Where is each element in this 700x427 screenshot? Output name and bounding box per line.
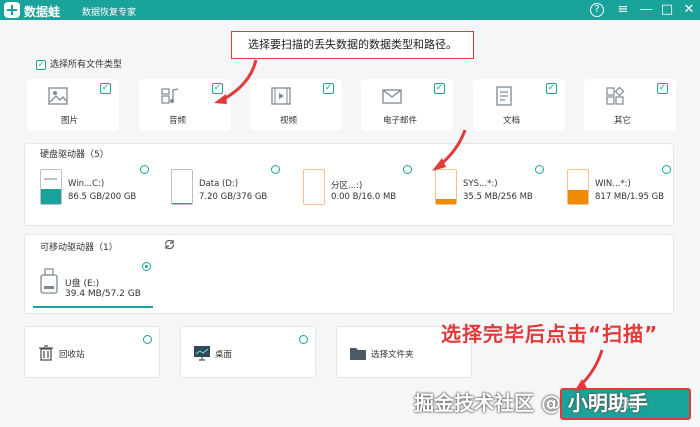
drive-size: 39.4 MB/57.2 GB xyxy=(65,289,141,299)
desktop-icon xyxy=(194,346,210,361)
drive-size: 7.20 GB/376 GB xyxy=(199,192,268,202)
type-checkbox[interactable]: ✓ xyxy=(657,83,668,94)
hard-drive-title: 硬盘驱动器（5） xyxy=(40,150,109,160)
trash-icon xyxy=(39,345,53,361)
location-label: 选择文件夹 xyxy=(371,350,414,360)
drive-icon xyxy=(171,169,193,205)
drive-radio[interactable] xyxy=(403,165,412,174)
type-card-email[interactable]: 电子邮件 ✓ xyxy=(361,79,453,131)
drive-name: Win...C:) xyxy=(68,179,105,189)
checkbox-checked-icon: ✓ xyxy=(36,59,46,70)
other-icon xyxy=(606,86,625,105)
type-checkbox[interactable]: ✓ xyxy=(434,83,445,94)
video-icon xyxy=(271,87,291,105)
drive-radio[interactable] xyxy=(662,165,671,174)
location-radio[interactable] xyxy=(299,335,308,344)
type-card-document[interactable]: 文档 ✓ xyxy=(473,79,565,131)
app-name: 数据蛙 xyxy=(24,5,61,19)
removable-title: 可移动驱动器（1） xyxy=(40,243,118,253)
type-card-video[interactable]: 视频 ✓ xyxy=(250,79,342,131)
drive-name: Data (D:) xyxy=(199,179,239,189)
drive-item[interactable]: SYS...*:) 35.5 MB/256 MB xyxy=(435,165,575,211)
drive-size: 0.00 B/16.0 MB xyxy=(331,192,397,202)
drive-radio-selected[interactable] xyxy=(142,262,151,271)
menu-icon[interactable]: ≡ xyxy=(614,1,632,19)
usb-drive-icon xyxy=(40,268,58,294)
type-label: 文档 xyxy=(503,116,521,126)
drive-icon xyxy=(40,169,62,205)
drive-icon xyxy=(303,169,325,205)
location-recycle-bin[interactable]: 回收站 xyxy=(24,326,160,378)
type-label: 其它 xyxy=(614,116,632,126)
drive-size: 817 MB/1.95 GB xyxy=(595,192,665,202)
type-label: 视频 xyxy=(280,116,298,126)
email-icon xyxy=(382,89,402,104)
type-card-audio[interactable]: 音频 ✓ xyxy=(139,79,231,131)
location-label: 桌面 xyxy=(215,350,233,360)
type-checkbox[interactable]: ✓ xyxy=(212,83,223,94)
drive-size: 35.5 MB/256 MB xyxy=(463,192,533,202)
drive-item[interactable]: Data (D:) 7.20 GB/376 GB xyxy=(171,165,311,211)
type-checkbox[interactable]: ✓ xyxy=(100,83,111,94)
usb-drive-item[interactable]: U盘 (E:) 39.4 MB/57.2 GB xyxy=(33,262,153,308)
watermark-text: 掘金技术社区 @ 小明助手 xyxy=(414,391,648,415)
drive-icon xyxy=(435,169,457,205)
drive-radio[interactable] xyxy=(140,165,149,174)
help-icon[interactable]: ? xyxy=(590,3,604,17)
select-all-checkbox[interactable]: ✓ 选择所有文件类型 xyxy=(36,59,122,71)
folder-icon xyxy=(350,348,366,360)
select-all-label: 选择所有文件类型 xyxy=(50,60,123,70)
location-radio[interactable] xyxy=(143,335,152,344)
drive-name: SYS...*:) xyxy=(463,179,498,189)
refresh-icon[interactable] xyxy=(163,238,176,251)
drive-size: 86.5 GB/200 GB xyxy=(68,192,137,202)
type-card-other[interactable]: 其它 ✓ xyxy=(584,79,676,131)
drive-item[interactable]: 分区...:) 0.00 B/16.0 MB xyxy=(303,165,443,211)
app-subtitle: 数据恢复专家 xyxy=(82,8,137,18)
type-label: 音频 xyxy=(169,116,187,126)
document-icon xyxy=(496,86,512,106)
close-icon[interactable]: ✕ xyxy=(680,1,698,19)
drive-icon xyxy=(567,169,589,205)
minimize-icon[interactable]: — xyxy=(637,1,655,19)
type-checkbox[interactable]: ✓ xyxy=(323,83,334,94)
music-icon xyxy=(161,88,179,104)
maximize-icon[interactable]: □ xyxy=(658,1,676,19)
drive-item[interactable]: Win...C:) 86.5 GB/200 GB xyxy=(40,165,180,211)
title-bar: 数据蛙 数据恢复专家 ? ≡ — □ ✕ xyxy=(0,0,700,20)
annotation-top: 选择要扫描的丢失数据的数据类型和路径。 xyxy=(231,31,474,59)
location-label: 回收站 xyxy=(59,350,85,360)
drive-radio[interactable] xyxy=(271,165,280,174)
app-logo-icon xyxy=(4,2,20,18)
annotation-bottom: 选择完毕后点击“扫描” xyxy=(441,322,659,346)
image-icon xyxy=(48,87,68,105)
drive-name: U盘 (E:) xyxy=(65,279,100,289)
location-desktop[interactable]: 桌面 xyxy=(180,326,316,378)
drive-name: 分区...:) xyxy=(331,181,363,191)
type-label: 电子邮件 xyxy=(383,116,418,126)
type-card-image[interactable]: 图片 ✓ xyxy=(27,79,119,131)
type-label: 图片 xyxy=(61,116,79,126)
drive-item[interactable]: WIN...*:) 817 MB/1.95 GB xyxy=(567,165,700,211)
drive-name: WIN...*:) xyxy=(595,179,631,189)
drive-radio[interactable] xyxy=(535,165,544,174)
type-checkbox[interactable]: ✓ xyxy=(546,83,557,94)
